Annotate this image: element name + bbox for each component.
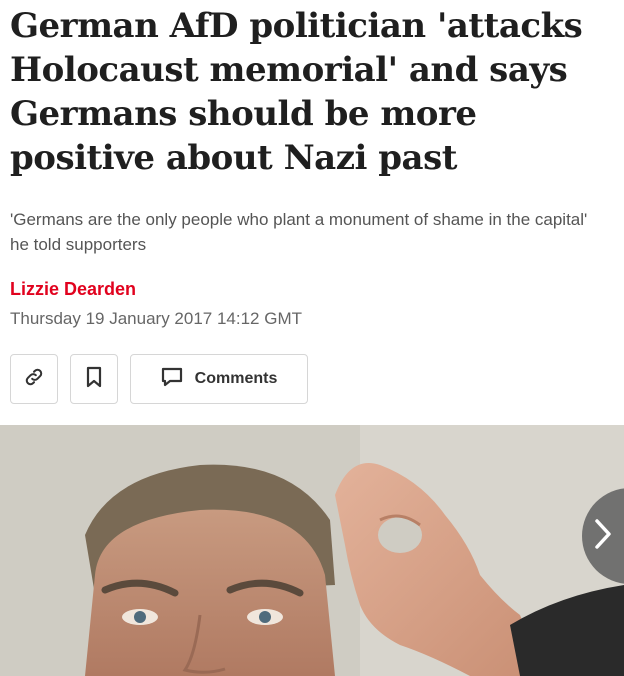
standfirst: 'Germans are the only people who plant a… [10, 210, 588, 254]
comments-label: Comments [194, 370, 278, 387]
publish-date: Thursday 19 January 2017 14:12 GMT [10, 309, 302, 328]
link-icon [23, 366, 45, 393]
bookmark-button[interactable] [70, 354, 118, 404]
comment-icon [161, 367, 183, 392]
hero-image [0, 425, 624, 676]
bookmark-icon [85, 366, 103, 393]
copy-link-button[interactable] [10, 354, 58, 404]
hero-photo [0, 425, 624, 676]
headline: German AfD politician 'attacks Holocaust… [10, 6, 583, 178]
chevron-right-icon [592, 517, 614, 556]
comments-button[interactable]: Comments [130, 354, 308, 404]
author-link[interactable]: Lizzie Dearden [10, 279, 136, 300]
